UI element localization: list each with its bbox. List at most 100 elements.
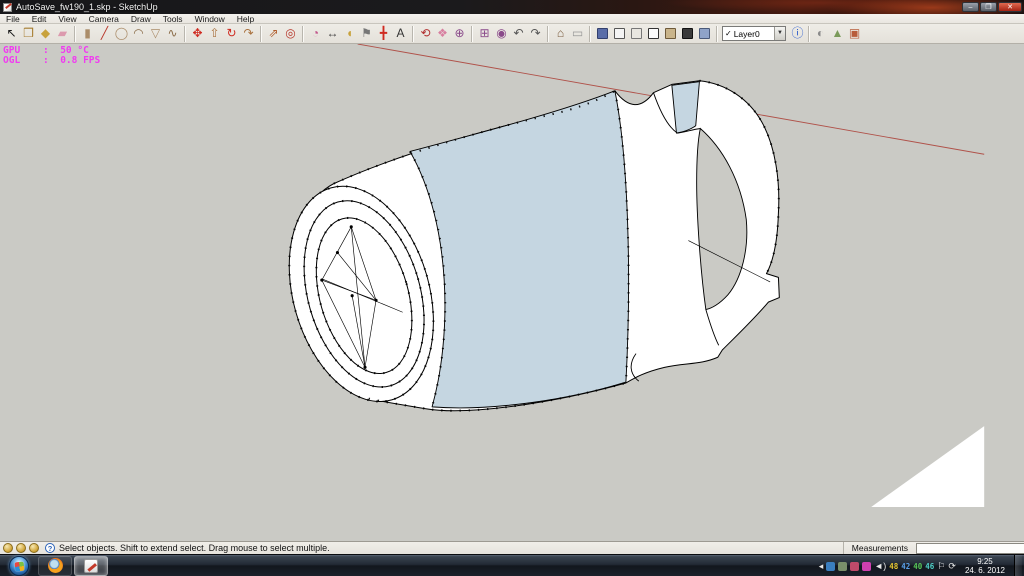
polygon-tool-icon[interactable]: ▽: [147, 25, 164, 42]
tape-measure-tool-icon[interactable]: ◔: [307, 25, 324, 42]
style-hidden-line-icon[interactable]: [645, 25, 662, 42]
taskbar-clock[interactable]: 9:2524. 6. 2012: [959, 557, 1011, 575]
line-tool-icon[interactable]: ╱: [96, 25, 113, 42]
windows-flag-icon: [15, 561, 25, 571]
entity-info-tool-icon[interactable]: ⓘ: [789, 25, 806, 42]
layer-current-value: Layer0: [734, 29, 774, 39]
start-button[interactable]: [9, 556, 29, 576]
tray-app1-icon[interactable]: [838, 562, 847, 571]
paint-bucket-tool-icon[interactable]: ◆: [37, 25, 54, 42]
style-monochrome-cube: [699, 28, 710, 39]
make-component-tool-icon[interactable]: ❒: [20, 25, 37, 42]
style-shaded-icon[interactable]: [662, 25, 679, 42]
zoom-tool-icon[interactable]: ⊕: [451, 25, 468, 42]
eraser-tool-icon[interactable]: ▰: [54, 25, 71, 42]
camera-standard-view-icon[interactable]: ▭: [569, 25, 586, 42]
minimize-button[interactable]: –: [962, 2, 979, 12]
taskbar-firefox-button[interactable]: [38, 556, 72, 576]
pan-tool-icon[interactable]: ❖: [434, 25, 451, 42]
volume-icon[interactable]: ◄): [874, 555, 886, 576]
rectangle-tool-icon[interactable]: ▮: [79, 25, 96, 42]
toolbar-separator: [260, 26, 262, 42]
toggle-terrain-tool-icon[interactable]: ▲: [829, 25, 846, 42]
axes-tool-icon[interactable]: ╋: [375, 25, 392, 42]
sketchup-window: AutoSave_fw190_1.skp - SketchUp – ❐ ✕ Fi…: [0, 0, 1024, 576]
style-shaded-textures-icon[interactable]: [679, 25, 696, 42]
menu-file[interactable]: File: [0, 14, 26, 24]
push-pull-tool-icon[interactable]: ⇧: [206, 25, 223, 42]
model-backface-band[interactable]: [410, 91, 629, 408]
toolbar-group: ⟲❖⊕: [416, 25, 469, 43]
tray-app2-icon[interactable]: [850, 562, 859, 571]
temp-monitor-3[interactable]: 40: [913, 562, 922, 571]
freehand-tool-icon[interactable]: ∿: [164, 25, 181, 42]
photo-textures-tool-icon[interactable]: ▣: [846, 25, 863, 42]
menu-view[interactable]: View: [52, 14, 82, 24]
3d-text-tool-icon[interactable]: A: [392, 25, 409, 42]
follow-me-tool-icon[interactable]: ↷: [240, 25, 257, 42]
layers-dropdown[interactable]: ✓Layer0▼: [722, 26, 786, 41]
protractor-tool-icon[interactable]: ◖: [341, 25, 358, 42]
signin-icon[interactable]: [29, 543, 39, 553]
action-center-flag-icon[interactable]: ⚐: [937, 555, 945, 576]
style-xray-cube: [597, 28, 608, 39]
model-3d-view[interactable]: [0, 44, 1024, 541]
rotate-tool-icon[interactable]: ↻: [223, 25, 240, 42]
add-location-tool-icon[interactable]: ◐: [812, 25, 829, 42]
help-icon[interactable]: ?: [45, 543, 55, 553]
gpu-stats-overlay: GPU : 50 °C OGL : 0.8 FPS: [3, 46, 100, 66]
taskbar-sketchup-button[interactable]: [74, 556, 108, 576]
orbit-tool-icon[interactable]: ⟲: [417, 25, 434, 42]
style-wireframe-icon[interactable]: [628, 25, 645, 42]
credits-icon[interactable]: [16, 543, 26, 553]
tray-bluetooth-icon[interactable]: [826, 562, 835, 571]
next-view-tool-icon[interactable]: ↷: [527, 25, 544, 42]
temp-monitor-2[interactable]: 42: [901, 562, 910, 571]
show-desktop-button[interactable]: [1014, 555, 1022, 576]
menu-tools[interactable]: Tools: [157, 14, 189, 24]
sync-icon[interactable]: ⟳: [948, 555, 956, 576]
zoom-window-tool-icon[interactable]: ⊞: [476, 25, 493, 42]
toolbar-separator: [716, 26, 718, 42]
viewport-canvas[interactable]: GPU : 50 °C OGL : 0.8 FPS: [0, 44, 1024, 541]
move-tool-icon[interactable]: ✥: [189, 25, 206, 42]
dimension-tool-icon[interactable]: ↔: [324, 25, 341, 42]
menu-draw[interactable]: Draw: [125, 14, 157, 24]
temp-monitor-1[interactable]: 48: [889, 562, 898, 571]
show-hidden-icons-button[interactable]: ◂: [819, 555, 824, 576]
toolbar-group: ⌂▭: [551, 25, 587, 43]
menu-edit[interactable]: Edit: [26, 14, 53, 24]
maximize-button[interactable]: ❐: [980, 2, 997, 12]
dropdown-arrow-icon[interactable]: ▼: [774, 27, 785, 40]
arc-tool-icon[interactable]: ◠: [130, 25, 147, 42]
model-backface-fin-patch[interactable]: [672, 82, 700, 133]
temp-monitor-4[interactable]: 46: [925, 562, 934, 571]
toolbar-separator: [808, 26, 810, 42]
toolbar-tail-group: ⓘ ◐▲▣: [788, 25, 864, 43]
toolbar-separator: [302, 26, 304, 42]
toolbar-group: ▮╱◯◠▽∿: [78, 25, 182, 43]
tray-app3-icon[interactable]: [862, 562, 871, 571]
offset-tool-icon[interactable]: ◎: [282, 25, 299, 42]
style-monochrome-icon[interactable]: [696, 25, 713, 42]
camera-front-view-icon[interactable]: ⌂: [552, 25, 569, 42]
close-button[interactable]: ✕: [998, 2, 1022, 12]
style-back-edges-icon[interactable]: [611, 25, 628, 42]
style-xray-icon[interactable]: [594, 25, 611, 42]
select-tool-icon[interactable]: ↖: [3, 25, 20, 42]
zoom-extents-tool-icon[interactable]: ◉: [493, 25, 510, 42]
measurements-input[interactable]: [916, 543, 1024, 554]
title-bar[interactable]: AutoSave_fw190_1.skp - SketchUp – ❐ ✕: [0, 0, 1024, 14]
style-shaded-textures-cube: [682, 28, 693, 39]
menu-window[interactable]: Window: [189, 14, 231, 24]
ground-plane-corner[interactable]: [871, 426, 984, 507]
scale-tool-icon[interactable]: ⇗: [265, 25, 282, 42]
previous-view-tool-icon[interactable]: ↶: [510, 25, 527, 42]
circle-tool-icon[interactable]: ◯: [113, 25, 130, 42]
text-tool-icon[interactable]: ⚑: [358, 25, 375, 42]
menu-camera[interactable]: Camera: [83, 14, 125, 24]
toolbar-separator: [412, 26, 414, 42]
toolbar-group: ↖❒◆▰: [2, 25, 72, 43]
menu-help[interactable]: Help: [231, 14, 260, 24]
geolocation-icon[interactable]: [3, 543, 13, 553]
